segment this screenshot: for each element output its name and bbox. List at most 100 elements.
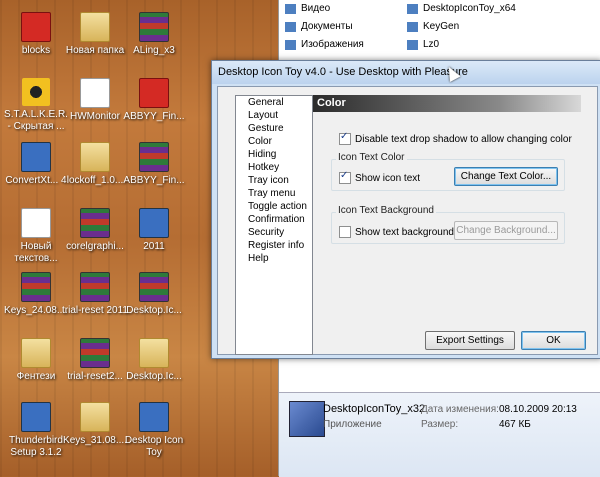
exeico-icon <box>139 402 169 432</box>
desktop-icon[interactable]: 2011 <box>121 208 187 253</box>
explorer-file-list: DesktopIconToy_x64 KeyGen Lz0 <box>401 0 600 54</box>
docico-icon <box>21 208 51 238</box>
nav-color[interactable]: Color <box>236 135 312 148</box>
settings-nav-list[interactable]: General Layout Gesture Color Hiding Hotk… <box>235 95 313 355</box>
show-icon-text-label: Show icon text <box>355 172 421 184</box>
radio-icon <box>22 78 50 106</box>
app-icon <box>407 4 418 14</box>
nav-toggle-action[interactable]: Toggle action <box>236 200 312 213</box>
desktop-icon-label: trial-reset2... <box>67 371 123 382</box>
desktop-icon[interactable]: Thunderbird Setup 3.1.2 <box>3 402 69 459</box>
show-text-bg-label: Show text background <box>355 226 454 238</box>
desktop-icon[interactable]: trial-reset2... <box>62 338 128 383</box>
nav-hiding[interactable]: Hiding <box>236 148 312 161</box>
redico-icon <box>21 12 51 42</box>
folder-icon <box>80 142 110 172</box>
desktop-icon[interactable]: Desktop Icon Toy <box>121 402 187 459</box>
desktop-icon[interactable]: Keys_31.08.... <box>62 402 128 447</box>
exeico-icon <box>21 142 51 172</box>
file-item[interactable]: Lz0 <box>401 36 600 54</box>
desktop-icon[interactable]: ABBYY_Fin... <box>121 78 187 123</box>
dialog-client: General Layout Gesture Color Hiding Hotk… <box>217 86 598 355</box>
docico-icon <box>80 78 110 108</box>
app-icon <box>407 40 418 50</box>
settings-dialog: Desktop Icon Toy v4.0 - Use Desktop with… <box>211 60 600 359</box>
size-label: Размер: <box>421 419 459 430</box>
desktop-icon-label: ABBYY_Fin... <box>123 111 185 122</box>
desktop-icon[interactable]: ABBYY_Fin... <box>121 142 187 187</box>
desktop-icon-label: Desktop.Ic... <box>126 305 182 316</box>
ok-button[interactable]: OK <box>521 331 586 350</box>
desktop-icon-label: Keys_31.08.... <box>63 435 127 446</box>
nav-security[interactable]: Security <box>236 226 312 239</box>
change-background-button[interactable]: Change Background... <box>454 221 558 240</box>
exeico-icon <box>21 402 51 432</box>
nav-tray-icon[interactable]: Tray icon <box>236 174 312 187</box>
desktop-icon-label: HWMonitor <box>69 111 120 122</box>
desktop-icon-label: S.T.A.L.K.E.R. - Скрытая ... <box>4 109 68 132</box>
desktop-icon[interactable]: Фентези <box>3 338 69 383</box>
export-settings-button[interactable]: Export Settings <box>425 331 515 350</box>
desktop-icon-label: Desktop.Ic... <box>126 371 182 382</box>
desktop-icon-label: Keys_24.08.... <box>4 305 68 316</box>
rar-icon <box>21 272 51 302</box>
desktop-icon-label: Desktop Icon Toy <box>124 435 184 458</box>
redico-icon <box>139 78 169 108</box>
nav-hotkey[interactable]: Hotkey <box>236 161 312 174</box>
modified-label: Дата изменения: <box>421 404 499 415</box>
folder-icon <box>139 338 169 368</box>
rar-icon <box>139 272 169 302</box>
desktop-icon[interactable]: trial-reset 2011 <box>62 272 128 317</box>
desktop-icon-label: ABBYY_Fin... <box>123 175 185 186</box>
nav-gesture[interactable]: Gesture <box>236 122 312 135</box>
icon-text-bg-label: Icon Text Background <box>336 205 436 216</box>
folder-icon <box>80 402 110 432</box>
nav-layout[interactable]: Layout <box>236 109 312 122</box>
desktop-icon[interactable]: HWMonitor <box>62 78 128 123</box>
nav-item-video[interactable]: Видео <box>279 0 399 18</box>
desktop-icon[interactable]: S.T.A.L.K.E.R. - Скрытая ... <box>3 78 69 133</box>
rar-icon <box>139 12 169 42</box>
desktop-icon[interactable]: Новая папка <box>62 12 128 57</box>
checkbox-box[interactable] <box>339 170 351 184</box>
explorer-nav-pane: Видео Документы Изображения <box>279 0 399 60</box>
nav-general[interactable]: General <box>236 96 312 109</box>
desktop-icon-label: Новая папка <box>65 45 125 56</box>
disable-shadow-checkbox[interactable]: Disable text drop shadow to allow changi… <box>339 131 572 145</box>
checkbox-box[interactable] <box>339 226 351 238</box>
desktop-icon[interactable]: ALing_x3 <box>121 12 187 57</box>
desktop-icon-label: lockoff_1.0... <box>66 175 124 186</box>
desktop-icon[interactable]: Desktop.Ic... <box>121 272 187 317</box>
desktop-icon[interactable]: Новый текстов... <box>3 208 69 265</box>
show-icon-text-checkbox[interactable]: Show icon text <box>339 170 421 184</box>
nav-register-info[interactable]: Register info <box>236 239 312 252</box>
installer-icon <box>289 401 325 437</box>
nav-tray-menu[interactable]: Tray menu <box>236 187 312 200</box>
desktop-icon[interactable]: lockoff_1.0... <box>62 142 128 187</box>
desktop-icon[interactable]: corelgraphi... <box>62 208 128 253</box>
modified-value: 08.10.2009 20:13 <box>499 404 577 415</box>
rar-icon <box>80 338 110 368</box>
details-pane: DesktopIconToy_x32 Приложение Дата измен… <box>279 392 600 477</box>
file-item[interactable]: KeyGen <box>401 18 600 36</box>
desktop-icon[interactable]: Desktop.Ic... <box>121 338 187 383</box>
file-type: Приложение <box>323 419 382 430</box>
file-item[interactable]: DesktopIconToy_x64 <box>401 0 600 18</box>
desktop-icon-label: blocks <box>21 45 51 56</box>
desktop-icon[interactable]: Keys_24.08.... <box>3 272 69 317</box>
show-text-bg-checkbox[interactable]: Show text background <box>339 226 454 238</box>
nav-help[interactable]: Help <box>236 252 312 265</box>
nav-confirmation[interactable]: Confirmation <box>236 213 312 226</box>
desktop-icon-label: Thunderbird Setup 3.1.2 <box>9 435 63 458</box>
desktop-icon-label: Фентези <box>16 371 56 382</box>
nav-item-documents[interactable]: Документы <box>279 18 399 36</box>
nav-item-images[interactable]: Изображения <box>279 36 399 54</box>
change-text-color-button[interactable]: Change Text Color... <box>454 167 558 186</box>
documents-icon <box>285 22 296 32</box>
rar-icon <box>139 142 169 172</box>
dialog-title[interactable]: Desktop Icon Toy v4.0 - Use Desktop with… <box>212 61 600 84</box>
desktop-icon[interactable]: ConvertXt... 4 <box>3 142 69 187</box>
folder-icon <box>21 338 51 368</box>
checkbox-box[interactable] <box>339 131 351 145</box>
desktop-icon[interactable]: blocks <box>3 12 69 57</box>
